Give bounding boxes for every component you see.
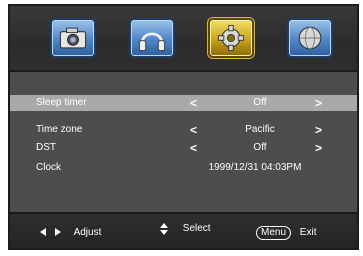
time-zone-value: Pacific [245,124,275,135]
clock-value: 1999/12/31 04:03PM [208,162,302,173]
increase-arrow-icon[interactable]: > [315,140,322,156]
left-arrow-icon [40,228,46,237]
osd-menu: Sleep timer < Off > Time zone < Pacific … [8,4,359,250]
audio-tab[interactable] [129,18,175,58]
exit-hint: Menu Exit [256,226,316,240]
up-down-arrow-icon [160,223,168,235]
adjust-hint: Adjust [40,226,101,240]
footer-help-bar: Adjust Select Menu Exit [10,212,357,248]
decrease-arrow-icon[interactable]: < [190,95,197,111]
adjust-label: Adjust [73,227,102,238]
select-hint: Select [160,222,211,237]
time-zone-row[interactable]: Time zone < Pacific > [10,122,357,138]
clock-label: Clock [36,162,62,173]
clock-row: Clock 1999/12/31 04:03PM [10,160,357,176]
increase-arrow-icon[interactable]: > [315,95,322,111]
menu-key: Menu [256,226,292,240]
right-arrow-icon [54,228,61,237]
time-zone-label: Time zone [36,124,83,135]
globe-icon [298,26,322,50]
settings-panel: Sleep timer < Off > Time zone < Pacific … [10,72,357,212]
decrease-arrow-icon[interactable]: < [190,140,197,156]
sleep-timer-row[interactable]: Sleep timer < Off > [10,95,357,111]
menu-tab-bar [10,6,357,72]
headphones-icon [138,32,166,52]
decrease-arrow-icon[interactable]: < [190,122,197,138]
sleep-timer-value: Off [253,97,267,108]
channel-tab[interactable] [287,18,333,58]
dst-value: Off [253,142,267,153]
dst-row[interactable]: DST < Off > [10,140,357,156]
exit-label: Exit [299,227,317,238]
gear-icon [217,24,245,52]
increase-arrow-icon[interactable]: > [315,122,322,138]
setup-tab[interactable] [208,18,254,58]
dst-label: DST [36,142,56,153]
picture-tab[interactable] [50,18,96,58]
tv-frame: Sleep timer < Off > Time zone < Pacific … [0,0,363,256]
sleep-timer-label: Sleep timer [36,97,87,108]
select-label: Select [182,223,211,234]
camera-icon [59,27,87,49]
